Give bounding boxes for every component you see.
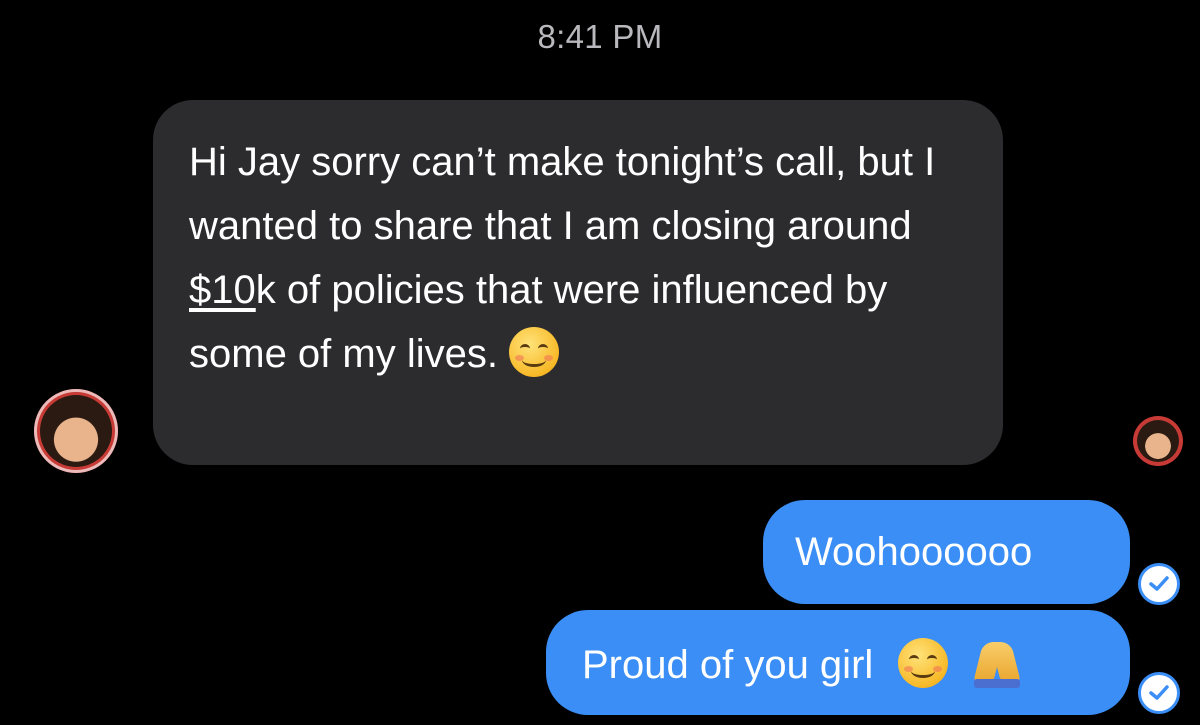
folded-hands-emoji-icon bbox=[973, 640, 1020, 688]
smiling-face-emoji-icon bbox=[509, 327, 560, 377]
outgoing-message-text: Woohoooooo bbox=[795, 530, 1033, 574]
incoming-message-text: Hi Jay sorry can’t make tonight’s call, … bbox=[189, 140, 936, 248]
delivered-check-icon bbox=[1138, 563, 1180, 605]
outgoing-message-bubble[interactable]: Woohoooooo bbox=[763, 500, 1130, 604]
message-timestamp: 8:41 PM bbox=[537, 18, 663, 55]
read-receipt-avatar bbox=[1133, 416, 1183, 466]
avatar-badge-ring bbox=[34, 389, 118, 473]
outgoing-message-bubble[interactable]: Proud of you girl bbox=[546, 610, 1130, 715]
read-receipt-photo bbox=[1137, 420, 1179, 462]
smiling-face-emoji-icon bbox=[898, 638, 949, 688]
delivered-check-icon bbox=[1138, 672, 1180, 714]
outgoing-message-text: Proud of you girl bbox=[582, 643, 874, 687]
sender-avatar[interactable] bbox=[34, 389, 118, 473]
amount-link[interactable]: $10 bbox=[189, 268, 256, 312]
incoming-message-bubble[interactable]: Hi Jay sorry can’t make tonight’s call, … bbox=[153, 100, 1003, 465]
